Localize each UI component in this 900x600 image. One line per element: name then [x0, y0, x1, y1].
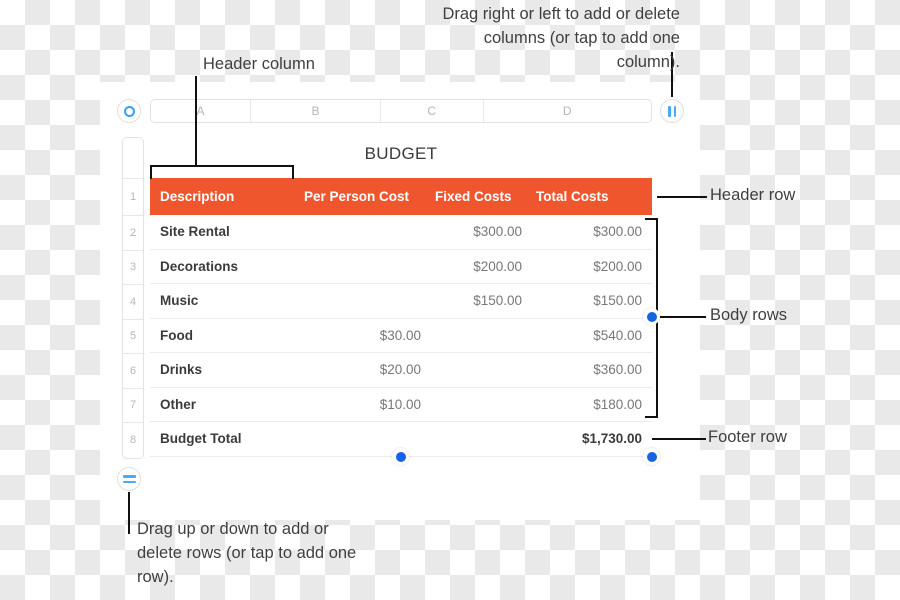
cell-description[interactable]: Music	[150, 293, 300, 308]
leader-line-rows-note	[128, 492, 130, 534]
bracket-body-rows-top-stub	[645, 218, 658, 220]
column-header-b[interactable]: B	[251, 100, 381, 122]
table-row[interactable]: Other $10.00 $180.00	[150, 388, 652, 422]
cell-total[interactable]: $180.00	[532, 397, 652, 412]
column-header-a[interactable]: A	[151, 100, 251, 122]
table-title: BUDGET	[364, 144, 438, 163]
leader-line-header-row	[657, 196, 707, 198]
header-cell-total-costs: Total Costs	[536, 189, 609, 204]
cell-fixed[interactable]: $200.00	[431, 259, 532, 274]
bracket-header-column-right-stub	[292, 165, 294, 179]
leader-line-footer-row	[652, 438, 706, 440]
header-cell-description: Description	[160, 189, 235, 204]
header-cell-per-person-cost: Per Person Cost	[304, 189, 410, 204]
row-number-1[interactable]: 1	[123, 179, 143, 216]
cell-total[interactable]: $540.00	[532, 328, 652, 343]
header-cell-fixed-costs: Fixed Costs	[435, 189, 512, 204]
cell-description[interactable]: Decorations	[150, 259, 300, 274]
bracket-body-rows-bottom-stub	[645, 416, 658, 418]
row-handle-icon[interactable]	[117, 467, 141, 491]
footer-cell-description[interactable]: Budget Total	[150, 431, 300, 446]
row-number-4[interactable]: 4	[123, 285, 143, 320]
cell-per-person[interactable]: $30.00	[300, 328, 431, 343]
cell-description[interactable]: Food	[150, 328, 300, 343]
table-row[interactable]: Food $30.00 $540.00	[150, 319, 652, 353]
sheet-handle-icon[interactable]	[117, 99, 141, 123]
cell-description[interactable]: Other	[150, 397, 300, 412]
footer-cell-total[interactable]: $1,730.00	[532, 431, 652, 446]
row-number-title[interactable]	[123, 138, 143, 179]
leader-line-body-rows	[658, 316, 706, 318]
column-header-bar[interactable]: A B C D	[150, 99, 652, 123]
cell-per-person[interactable]: $20.00	[300, 362, 431, 377]
bracket-header-column-left-stub	[150, 165, 152, 179]
table-row[interactable]: Music $150.00 $150.00	[150, 284, 652, 319]
annotation-header-row: Header row	[710, 186, 796, 204]
selection-dot-right[interactable]	[643, 308, 660, 325]
spreadsheet-card-bottom	[100, 480, 700, 520]
column-handle-icon[interactable]	[660, 99, 684, 123]
row-number-7[interactable]: 7	[123, 389, 143, 423]
cell-total[interactable]: $360.00	[532, 362, 652, 377]
table-header-row[interactable]: Description Per Person Cost Fixed Costs …	[150, 178, 652, 215]
row-number-gutter[interactable]: 1 2 3 4 5 6 7 8	[122, 137, 144, 459]
leader-line-header-column	[195, 76, 197, 166]
annotation-header-column: Header column	[203, 55, 315, 73]
cell-total[interactable]: $150.00	[532, 293, 652, 308]
cell-total[interactable]: $200.00	[532, 259, 652, 274]
cell-description[interactable]: Site Rental	[150, 224, 300, 239]
annotation-footer-row: Footer row	[708, 428, 787, 446]
budget-table: Description Per Person Cost Fixed Costs …	[150, 178, 652, 457]
cell-fixed[interactable]: $300.00	[431, 224, 532, 239]
selection-dot-bottom-right[interactable]	[643, 448, 660, 465]
annotation-body-rows: Body rows	[710, 306, 788, 324]
table-row[interactable]: Site Rental $300.00 $300.00	[150, 215, 652, 250]
column-header-d[interactable]: D	[484, 100, 652, 122]
column-header-c[interactable]: C	[381, 100, 484, 122]
annotation-columns-note: Drag right or left to add or delete colu…	[442, 5, 680, 71]
cell-description[interactable]: Drinks	[150, 362, 300, 377]
horizontal-bars-icon	[122, 474, 136, 484]
cell-total[interactable]: $300.00	[532, 224, 652, 239]
selection-dot-bottom-middle[interactable]	[392, 448, 409, 465]
row-number-2[interactable]: 2	[123, 216, 143, 251]
row-number-5[interactable]: 5	[123, 320, 143, 354]
bracket-header-column	[150, 165, 294, 167]
table-row[interactable]: Drinks $20.00 $360.00	[150, 353, 652, 388]
row-number-3[interactable]: 3	[123, 251, 143, 285]
row-number-6[interactable]: 6	[123, 354, 143, 389]
table-row[interactable]: Decorations $200.00 $200.00	[150, 250, 652, 284]
cell-fixed[interactable]: $150.00	[431, 293, 532, 308]
circle-icon	[123, 105, 135, 117]
row-number-8[interactable]: 8	[123, 423, 143, 458]
cell-per-person[interactable]: $10.00	[300, 397, 431, 412]
annotation-rows-note: Drag up or down to add or delete rows (o…	[137, 520, 357, 586]
vertical-bars-icon	[667, 105, 677, 117]
